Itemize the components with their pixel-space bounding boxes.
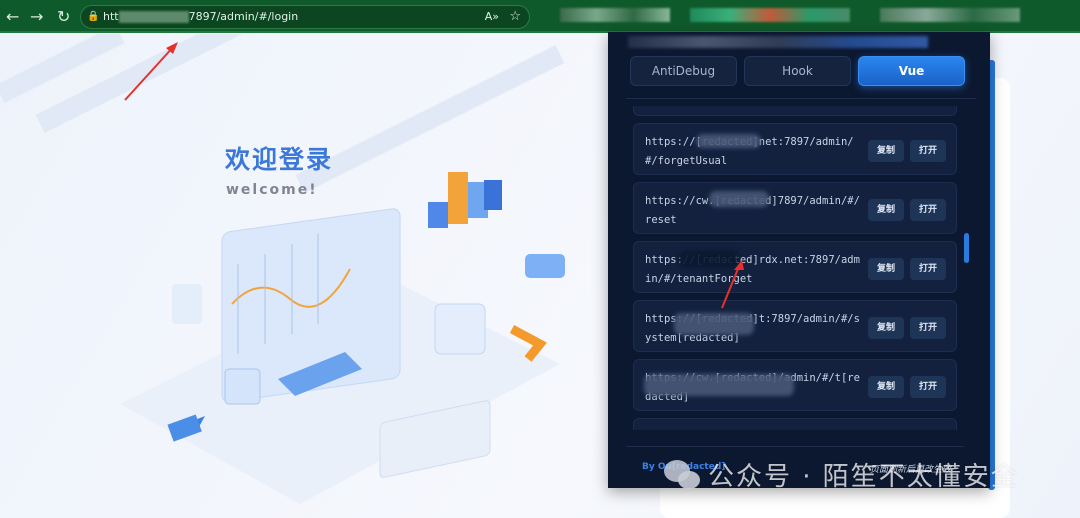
divider [626, 446, 964, 447]
route-card: https://cw.[redacted]/admin/#/t[redacted… [633, 359, 957, 411]
tab-vue[interactable]: Vue [858, 56, 965, 86]
open-button[interactable]: 打开 [910, 199, 946, 221]
open-button[interactable]: 打开 [910, 258, 946, 280]
annotation-arrow [124, 42, 178, 101]
copy-button[interactable]: 复制 [868, 199, 904, 221]
copy-button[interactable]: 复制 [868, 317, 904, 339]
route-card: https://[redacted]t:7897/admin/#/system[… [633, 300, 957, 352]
copy-button[interactable]: 复制 [868, 258, 904, 280]
route-url: https://[redacted]rdx.net:7897/admin/#/t… [645, 254, 860, 285]
route-card [633, 106, 957, 116]
redaction [696, 134, 761, 148]
lock-icon: 🔒 [87, 11, 100, 22]
page-title: 欢迎登录 [225, 145, 334, 174]
open-button[interactable]: 打开 [910, 140, 946, 162]
redacted-toolbar [560, 8, 670, 22]
forward-button[interactable]: → [30, 7, 43, 26]
tab-hook[interactable]: Hook [744, 56, 851, 86]
tab-antidebug[interactable]: AntiDebug [630, 56, 737, 86]
route-card: https://cw.[redacted]7897/admin/#/reset … [633, 182, 957, 234]
login-illustration [0, 34, 565, 504]
address-bar[interactable]: 🔒 htt 7897/admin/#/login A» ☆ [80, 5, 530, 29]
open-button[interactable]: 打开 [910, 376, 946, 398]
url-prefix: htt [103, 10, 119, 23]
reload-button[interactable]: ↻ [57, 7, 70, 26]
redacted-toolbar [880, 8, 1020, 22]
redacted-toolbar [690, 8, 850, 22]
list-scrollbar[interactable] [964, 233, 969, 263]
annotation-arrow [721, 260, 744, 309]
watermark: 公众号 · 陌笙不太懂安全 [708, 462, 1019, 492]
url-redaction [118, 11, 189, 23]
favorite-icon[interactable]: ☆ [509, 6, 521, 28]
page-subtitle: welcome! [226, 182, 318, 198]
redacted-header [628, 36, 928, 48]
copy-button[interactable]: 复制 [868, 140, 904, 162]
redaction [674, 313, 754, 335]
redaction [644, 374, 794, 396]
open-button[interactable]: 打开 [910, 317, 946, 339]
divider [626, 98, 976, 99]
redaction [709, 191, 769, 207]
copy-button[interactable]: 复制 [868, 376, 904, 398]
browser-toolbar: ← → ↻ 🔒 htt 7897/admin/#/login A» ☆ [0, 0, 1080, 33]
extension-popup: AntiDebug Hook Vue https://[redacted]net… [608, 32, 990, 488]
route-card: https://[redacted]net:7897/admin/#/forge… [633, 123, 957, 175]
route-card: https://[redacted]rdx.net:7897/admin/#/t… [633, 241, 957, 293]
route-list: https://[redacted]net:7897/admin/#/forge… [633, 106, 963, 430]
url-suffix: 7897/admin/#/login [188, 10, 299, 23]
read-aloud-icon[interactable]: A» [485, 6, 499, 28]
route-card [633, 418, 957, 430]
back-button[interactable]: ← [6, 7, 19, 26]
wechat-icon [664, 460, 700, 489]
